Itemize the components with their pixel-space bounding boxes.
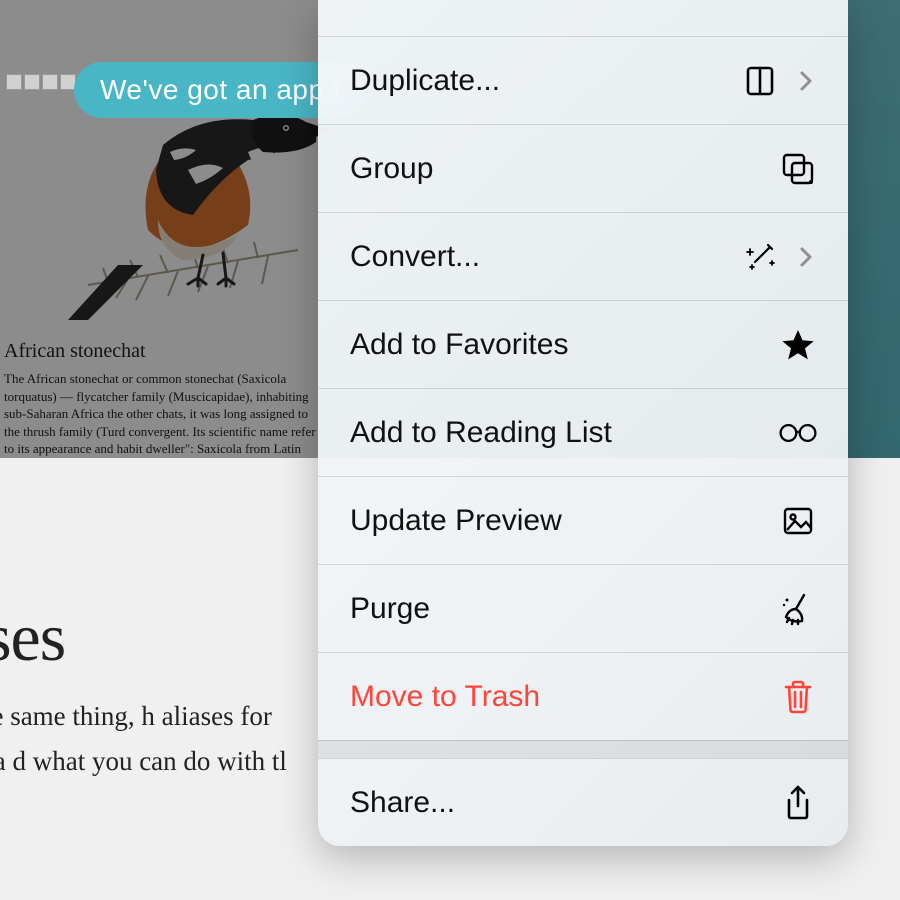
trash-icon: [778, 677, 818, 717]
menu-item-label: Update Preview: [350, 504, 778, 538]
menu-item-label: Add to Reading List: [350, 416, 778, 450]
menu-item-label: Duplicate...: [350, 64, 740, 98]
group-icon: [778, 149, 818, 189]
glasses-icon: [778, 413, 818, 453]
magic-wand-icon: [740, 237, 780, 277]
menu-item-convert[interactable]: Convert...: [318, 212, 848, 300]
page-paragraph: ames for the same thing, h aliases for d…: [0, 694, 330, 783]
context-menu: Duplicate... Group Conve: [318, 0, 848, 846]
menu-item-group[interactable]: Group: [318, 124, 848, 212]
menu-item-label: Move to Trash: [350, 680, 778, 714]
broom-icon: [778, 589, 818, 629]
toolbar-cell[interactable]: [42, 74, 58, 90]
toolbar-cell[interactable]: [6, 74, 22, 90]
menu-item-label: Share...: [350, 786, 778, 820]
image-icon: [778, 501, 818, 541]
menu-separator: [318, 740, 848, 758]
viewport: African stonechat The African stonechat …: [0, 0, 900, 900]
menu-item-label: Group: [350, 152, 778, 186]
star-icon: [778, 325, 818, 365]
share-icon: [778, 783, 818, 823]
menu-item-label: Add to Favorites: [350, 328, 778, 362]
menu-item-label: Purge: [350, 592, 778, 626]
chevron-right-icon: [794, 69, 818, 93]
menu-item-update-preview[interactable]: Update Preview: [318, 476, 848, 564]
menu-item-duplicate[interactable]: Duplicate...: [318, 36, 848, 124]
chevron-right-icon: [794, 245, 818, 269]
mini-toolbar: [6, 74, 76, 90]
page-heading: iases: [0, 598, 65, 677]
menu-item-favorites[interactable]: Add to Favorites: [318, 300, 848, 388]
menu-item-move-to-trash[interactable]: Move to Trash: [318, 652, 848, 740]
banner-text: We've got an app f: [100, 74, 341, 105]
menu-item-label: Convert...: [350, 240, 740, 274]
menu-item-purge[interactable]: Purge: [318, 564, 848, 652]
duplicate-icon: [740, 61, 780, 101]
menu-item-share[interactable]: Share...: [318, 758, 848, 846]
menu-item-reading-list[interactable]: Add to Reading List: [318, 388, 848, 476]
toolbar-cell[interactable]: [24, 74, 40, 90]
menu-top-spacer: [318, 0, 848, 36]
